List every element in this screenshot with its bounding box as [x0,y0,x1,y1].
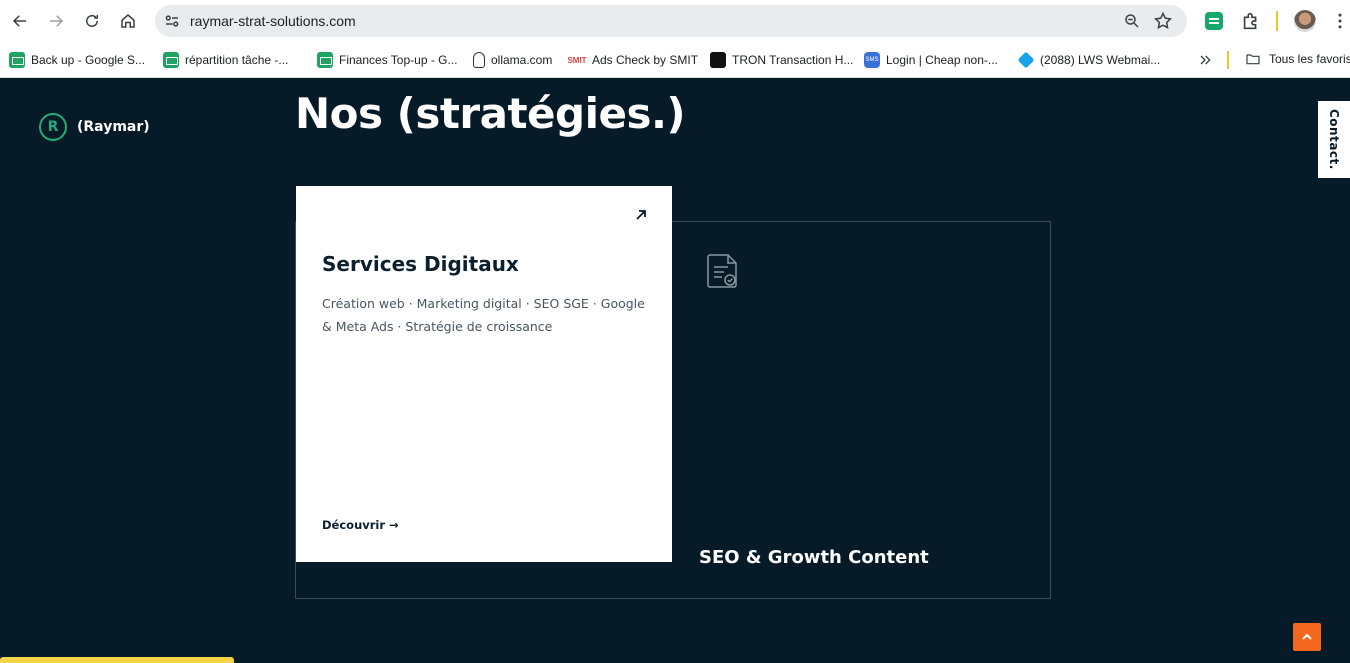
bookmark-label: Ads Check by SMIT [592,53,699,67]
browser-toolbar: raymar-strat-solutions.com [0,0,1350,42]
url-text[interactable]: raymar-strat-solutions.com [190,13,356,29]
bookmarks-divider [1227,51,1229,69]
site-info-icon[interactable] [163,12,181,30]
contact-tab-label: Contact. [1327,109,1341,170]
site-logo[interactable]: R (Raymar) [39,113,150,141]
sheets-icon [163,52,179,68]
logo-mark-icon: R [39,113,67,141]
ollama-icon [473,52,485,68]
menu-kebab-icon[interactable] [1330,11,1350,31]
zoom-icon[interactable] [1123,12,1141,30]
profile-avatar[interactable] [1294,10,1316,32]
back-icon[interactable] [8,9,32,33]
bookmark-item[interactable]: Back up - Google S... [9,51,145,69]
extension-icon[interactable] [1205,12,1223,30]
oklink-icon [710,52,726,68]
chevron-double-right-icon[interactable] [1197,52,1213,68]
section-heading: Nos (stratégies.) [295,89,686,138]
bookmark-label: TRON Transaction H... [732,53,854,67]
brand-name: (Raymar) [77,119,150,135]
reload-icon[interactable] [80,9,104,33]
bookmark-label: (2088) LWS Webmai... [1040,53,1161,67]
bookmark-item[interactable]: (2088) LWS Webmai... [1017,51,1161,69]
strategy-card-digital-services[interactable]: Services Digitaux Création web · Marketi… [296,186,672,562]
folder-icon [1246,54,1260,65]
bookmark-item[interactable]: SMS Login | Cheap non-... [864,51,998,69]
document-check-icon [707,254,737,288]
card-title: SEO & Growth Content [699,547,929,568]
toolbar-divider [1276,11,1278,31]
website-viewport: R (Raymar) Nos (stratégies.) Services Di… [0,79,1350,663]
extensions-puzzle-icon[interactable] [1240,10,1262,32]
bookmark-label: répartition tâche -... [185,53,289,67]
sms-icon: SMS [864,52,880,68]
scroll-to-top-button[interactable] [1293,623,1321,651]
home-icon[interactable] [116,9,140,33]
discover-link[interactable]: Découvrir → [322,518,399,532]
bookmark-label: Finances Top-up - G... [339,53,458,67]
smit-icon: SMIT [567,55,587,65]
card-description: Création web · Marketing digital · SEO S… [322,296,645,334]
bookmark-item[interactable]: TRON Transaction H... [710,51,853,69]
address-bar[interactable]: raymar-strat-solutions.com [155,5,1187,37]
bookmark-label: Back up - Google S... [31,53,146,67]
chevron-up-icon [1302,633,1312,640]
contact-tab[interactable]: Contact. [1318,101,1350,178]
lws-icon [1017,51,1035,69]
all-bookmarks-label: Tous les favoris [1269,52,1350,66]
bookmark-label: Login | Cheap non-... [886,53,998,67]
bottom-notice-bar [0,657,234,663]
bookmark-item[interactable]: Finances Top-up - G... [317,51,458,69]
bookmark-item[interactable]: SMIT Ads Check by SMIT [567,51,699,69]
bookmark-item[interactable]: ollama.com [473,51,552,69]
bookmark-label: ollama.com [491,53,553,67]
bookmarks-bar: Back up - Google S... répartition tâche … [0,42,1350,78]
card-title: Services Digitaux [322,252,519,276]
sheets-icon [9,52,25,68]
bookmark-star-icon[interactable] [1153,11,1173,31]
bookmark-item[interactable]: répartition tâche -... [163,51,288,69]
forward-icon[interactable] [44,9,68,33]
all-bookmarks-folder[interactable]: Tous les favoris [1245,51,1350,67]
arrow-up-right-icon [636,210,646,220]
sheets-icon [317,52,333,68]
